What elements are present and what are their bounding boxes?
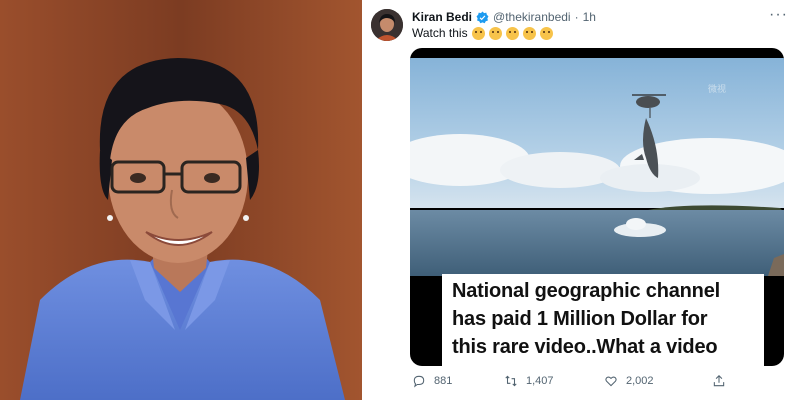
retweet-icon	[505, 375, 517, 387]
tweet-actions: 881 1,407 2,002	[408, 374, 788, 394]
video-scene	[410, 58, 784, 276]
heart-icon	[605, 376, 617, 387]
portrait-illustration	[0, 0, 362, 400]
tweet-text-body: Watch this	[412, 26, 468, 40]
reply-count: 881	[434, 375, 453, 387]
tweet-video[interactable]: 微视 National geographic channel has paid …	[410, 48, 784, 366]
author-name[interactable]: Kiran Bedi	[412, 10, 472, 24]
like-count: 2,002	[626, 375, 654, 387]
retweet-button[interactable]: 1,407	[504, 374, 554, 388]
astonished-face-emoji-icon	[539, 26, 553, 40]
author-avatar[interactable]	[371, 9, 403, 41]
smiling-face-emoji-icon	[488, 26, 502, 40]
like-button[interactable]: 2,002	[604, 374, 654, 388]
smiling-face-emoji-icon	[471, 26, 485, 40]
share-button[interactable]	[712, 374, 726, 388]
flushed-face-emoji-icon	[522, 26, 536, 40]
retweet-count: 1,407	[526, 375, 554, 387]
header-separator: ·	[574, 10, 579, 24]
caption-line-2: has paid 1 Million Dollar for	[452, 308, 708, 330]
video-watermark: 微视	[708, 84, 727, 94]
reply-button[interactable]: 881	[412, 374, 452, 388]
share-icon	[713, 375, 725, 387]
caption-line-3: this rare video..What a video	[452, 336, 718, 358]
verified-badge-icon	[476, 11, 489, 23]
video-caption: National geographic channel has paid 1 M…	[442, 274, 764, 366]
rolling-eyes-emoji-icon	[505, 26, 519, 40]
avatar-image	[371, 9, 403, 41]
more-options-icon[interactable]: ···	[769, 6, 788, 24]
caption-line-1: National geographic channel	[452, 280, 720, 302]
portrait-photo	[0, 0, 362, 400]
reply-icon	[413, 375, 425, 388]
tweet-header: Kiran Bedi @thekiranbedi · 1h	[412, 10, 596, 24]
author-handle[interactable]: @thekiranbedi	[493, 10, 571, 24]
tweet-timestamp[interactable]: 1h	[583, 10, 596, 24]
tweet-text: Watch this	[412, 26, 553, 40]
video-frame: 微视	[410, 58, 784, 276]
tweet-card: Kiran Bedi @thekiranbedi · 1h ··· Watch …	[364, 0, 800, 400]
